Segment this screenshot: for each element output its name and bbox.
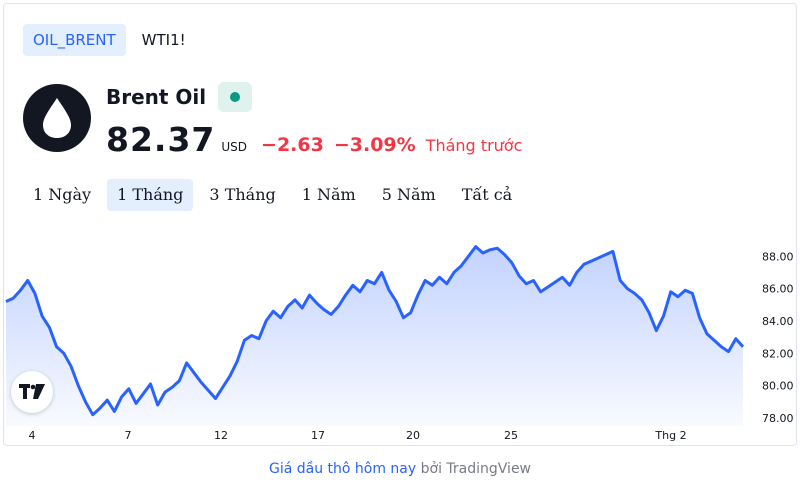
y-tick-label: 84.00 [762, 315, 794, 328]
footer-by: bởi [420, 461, 442, 477]
y-tick-label: 80.00 [762, 380, 794, 393]
y-tick-label: 88.00 [762, 250, 794, 263]
x-tick-label: 4 [29, 429, 36, 442]
x-tick-label: Thg 2 [654, 429, 686, 442]
tradingview-logo-icon[interactable] [11, 371, 53, 413]
x-tick-label: 17 [311, 429, 325, 442]
footer-link[interactable]: Giá dầu thô hôm nay [269, 461, 416, 477]
price-chart[interactable]: 88.00 86.00 84.00 82.00 80.00 78.00 4 7 12 17 20 25… [0, 0, 800, 446]
y-tick-label: 86.00 [762, 283, 794, 296]
footer: Giá dầu thô hôm nay bởi TradingView [0, 461, 800, 477]
x-tick-label: 20 [406, 429, 420, 442]
x-tick-label: 12 [214, 429, 228, 442]
x-tick-label: 7 [125, 429, 132, 442]
y-tick-label: 82.00 [762, 347, 794, 360]
y-tick-label: 78.00 [762, 412, 794, 425]
price-area-fill [6, 246, 743, 426]
x-tick-label: 25 [504, 429, 518, 442]
footer-tradingview-link[interactable]: TradingView [446, 461, 531, 477]
